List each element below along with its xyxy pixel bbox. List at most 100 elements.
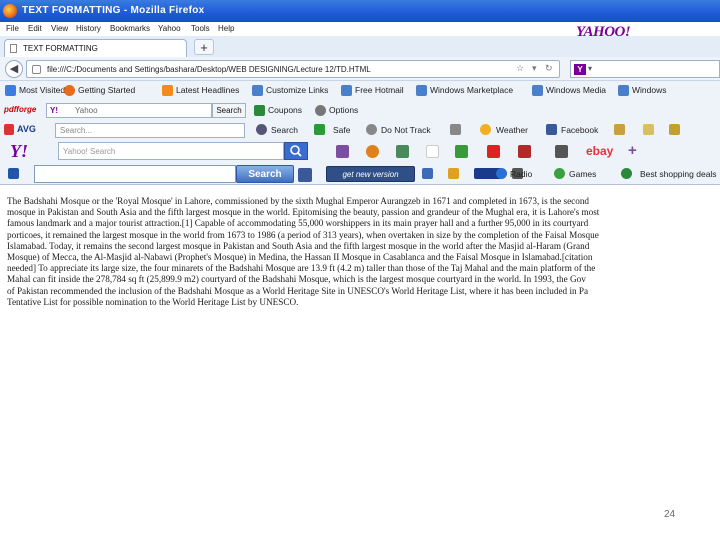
bookmark-most-visited[interactable]: Most Visited: [19, 85, 65, 95]
yahoo-y-icon: Y!: [50, 106, 58, 115]
navigation-bar: ◀ file:///C:/Documents and Settings/bash…: [0, 57, 720, 81]
window-title: TEXT FORMATTING - Mozilla Firefox: [22, 5, 205, 16]
basketball-icon[interactable]: [366, 145, 379, 158]
bookmark-latest-headlines[interactable]: Latest Headlines: [176, 85, 239, 95]
best-shopping-deals-button[interactable]: Best shopping deals: [640, 169, 717, 179]
coupons-icon: [254, 105, 265, 116]
menu-bookmarks[interactable]: Bookmarks: [110, 24, 150, 33]
pdfforge-yahoo-search-input[interactable]: Y! Yahoo: [46, 103, 212, 118]
do-not-track-button[interactable]: Do Not Track: [381, 125, 431, 135]
paragraph-line: porticoes, it remained the largest mosqu…: [7, 229, 599, 240]
mail-icon[interactable]: [336, 145, 349, 158]
answers-icon[interactable]: [455, 145, 468, 158]
facebook-icon: [546, 124, 557, 135]
avg-search-button[interactable]: Search: [271, 125, 298, 135]
page-icon: [532, 85, 543, 96]
search-icon: [256, 124, 267, 135]
avg-search-input[interactable]: Search...: [55, 123, 245, 138]
page-icon: [341, 85, 352, 96]
yahoo-search-engine-icon: Y: [574, 64, 586, 75]
paragraph-line: Mahal can fit inside the 278,784 sq ft (…: [7, 274, 586, 285]
bookmark-windows-media[interactable]: Windows Media: [546, 85, 606, 95]
finance-chart-icon[interactable]: [396, 145, 409, 158]
address-bar[interactable]: file:///C:/Documents and Settings/bashar…: [26, 60, 560, 78]
new-tab-button[interactable]: +: [194, 39, 214, 55]
yahoo-search-input[interactable]: Yahoo! Search: [58, 142, 284, 160]
pdfforge-search-button[interactable]: Search: [212, 103, 246, 118]
toolbar-tool-icon[interactable]: [614, 124, 625, 135]
folder-icon[interactable]: [669, 124, 680, 135]
coupons-button[interactable]: Coupons: [268, 105, 302, 115]
bookmark-ribbon-icon[interactable]: [518, 145, 531, 158]
magnifier-icon: [290, 145, 302, 157]
calendar-icon[interactable]: [555, 145, 568, 158]
shopping-icon: [621, 168, 632, 179]
avg-logo-icon: [4, 124, 14, 135]
avg-toolbar: AVG Search... Search Safe Do Not Track W…: [0, 120, 720, 140]
menu-edit[interactable]: Edit: [28, 24, 42, 33]
games-icon: [554, 168, 565, 179]
menu-yahoo[interactable]: Yahoo: [158, 24, 181, 33]
yahoo-search-label: Yahoo: [75, 106, 98, 115]
lock-icon[interactable]: [422, 168, 433, 179]
menu-file[interactable]: File: [6, 24, 19, 33]
paragraph-line: mosque in Pakistan and South Asia and th…: [7, 207, 600, 218]
facebook-icon[interactable]: [298, 168, 312, 182]
window-titlebar[interactable]: TEXT FORMATTING - Mozilla Firefox: [0, 0, 720, 22]
bookmark-free-hotmail[interactable]: Free Hotmail: [355, 85, 404, 95]
paragraph-line: of Pakistan recommended the inclusion of…: [7, 285, 589, 296]
toolbar-search-input[interactable]: [34, 165, 236, 183]
warning-icon[interactable]: [448, 168, 459, 179]
flickr-icon[interactable]: [426, 145, 439, 158]
yahoo-search-box[interactable]: Y ▾: [570, 60, 720, 78]
yahoo-search-button[interactable]: [284, 142, 308, 160]
bookmark-windows-marketplace[interactable]: Windows Marketplace: [430, 85, 513, 95]
radio-icon: [496, 168, 507, 179]
games-button[interactable]: Games: [569, 169, 596, 179]
yahoo-logo-icon[interactable]: Y!: [10, 141, 46, 162]
reload-icon[interactable]: ↻: [545, 63, 553, 74]
bookmark-customize-links[interactable]: Customize Links: [266, 85, 328, 95]
menu-history[interactable]: History: [76, 24, 101, 33]
radio-button[interactable]: Radio: [510, 169, 532, 179]
notepad-icon[interactable]: [643, 124, 654, 135]
avg-safe-indicator[interactable]: Safe: [333, 125, 351, 135]
page-icon: [416, 85, 427, 96]
paragraph-line: famous landmark and a major tourist attr…: [7, 218, 589, 229]
paragraph-line: The Badshahi Mosque or the 'Royal Mosque…: [7, 196, 590, 206]
add-plus-button[interactable]: +: [628, 142, 637, 159]
ebay-button[interactable]: ebay: [586, 144, 613, 158]
toolbar-search-button[interactable]: Search: [236, 165, 294, 183]
tab-bar: TEXT FORMATTING +: [0, 36, 720, 57]
weather-button[interactable]: Weather: [496, 125, 528, 135]
tab-label: TEXT FORMATTING: [23, 44, 98, 53]
dropdown-arrow-icon[interactable]: ▾: [532, 63, 537, 74]
eye-icon: [366, 124, 377, 135]
yahoo-toolbar: Y! Yahoo! Search ebay +: [0, 140, 720, 163]
toolbar-logo-icon: [8, 168, 19, 179]
bookmark-windows[interactable]: Windows: [632, 85, 666, 95]
options-button[interactable]: Options: [329, 105, 358, 115]
most-visited-icon: [5, 85, 16, 96]
bookmark-getting-started[interactable]: Getting Started: [78, 85, 135, 95]
firefox-icon: [3, 4, 17, 18]
slide-page-number: 24: [664, 509, 676, 520]
bookmark-star-icon[interactable]: ☆: [516, 63, 524, 74]
avg-brand: AVG: [17, 124, 36, 134]
paragraph-line: Mosque) of Mecca, the Al-Masjid al-Nabaw…: [7, 252, 593, 263]
facebook-button[interactable]: Facebook: [561, 125, 598, 135]
trash-icon[interactable]: [450, 124, 461, 135]
bookmarks-toolbar: Most Visited Getting Started Latest Head…: [0, 81, 720, 100]
engine-dropdown-icon[interactable]: ▾: [588, 64, 592, 73]
menu-tools[interactable]: Tools: [191, 24, 210, 33]
get-new-version-button[interactable]: get new version: [326, 166, 415, 182]
paragraph-line: Tentative List for possible nomination t…: [7, 296, 299, 307]
gift-icon[interactable]: [487, 145, 500, 158]
back-arrow-icon[interactable]: ◀: [5, 60, 23, 78]
tab-text-formatting[interactable]: TEXT FORMATTING: [4, 39, 187, 57]
menu-help[interactable]: Help: [218, 24, 234, 33]
address-url: file:///C:/Documents and Settings/bashar…: [47, 65, 371, 74]
menu-view[interactable]: View: [51, 24, 68, 33]
document-body: The Badshahi Mosque or the 'Royal Mosque…: [7, 196, 720, 308]
weather-sun-icon: [480, 124, 491, 135]
